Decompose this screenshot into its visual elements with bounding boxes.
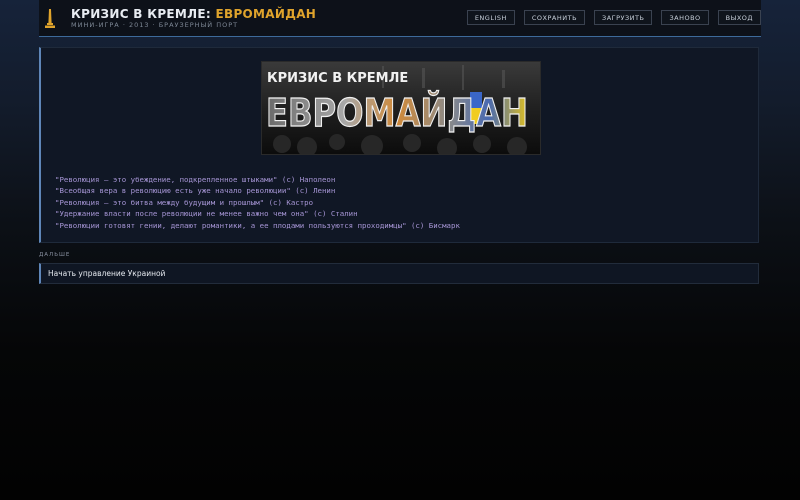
save-button[interactable]: СОХРАНИТЬ — [523, 10, 586, 25]
app-title-main: КРИЗИС В КРЕМЛЕ: — [71, 7, 216, 21]
load-button[interactable]: ЗАГРУЗИТЬ — [594, 10, 653, 25]
title-banner-image: КРИЗИС В КРЕМЛЕ ЕВРОМАЙДАН — [261, 61, 541, 155]
app-title: КРИЗИС В КРЕМЛЕ: ЕВРОМАЙДАН — [71, 7, 316, 21]
obelisk-icon — [45, 9, 55, 28]
top-nav: ENGLISH СОХРАНИТЬ ЗАГРУЗИТЬ ЗАНОВО ВЫХОД — [466, 10, 761, 25]
top-bar: КРИЗИС В КРЕМЛЕ: ЕВРОМАЙДАН МИНИ-ИГРА · … — [39, 0, 761, 37]
quote-item: "Революция — это битва между будущим и п… — [55, 197, 314, 207]
quotes-list: "Революция — это убеждение, подкрепленно… — [55, 174, 460, 231]
quote-item: "Всеобщая вера в революцию есть уже нача… — [55, 186, 336, 196]
app-subtitle: МИНИ-ИГРА · 2013 · БРАУЗЕРНЫЙ ПОРТ — [71, 21, 239, 29]
banner-art: КРИЗИС В КРЕМЛЕ ЕВРОМАЙДАН — [262, 62, 540, 154]
story-panel: КРИЗИС В КРЕМЛЕ ЕВРОМАЙДАН "Революция — … — [39, 47, 759, 243]
exit-button[interactable]: ВЫХОД — [717, 10, 761, 25]
choice-label: Начать управление Украиной — [48, 269, 166, 278]
restart-button[interactable]: ЗАНОВО — [661, 10, 709, 25]
banner-line2: ЕВРОМАЙДАН — [266, 91, 528, 135]
choice-start-ukraine[interactable]: Начать управление Украиной — [39, 263, 759, 284]
english-button[interactable]: ENGLISH — [466, 10, 515, 25]
quote-item: "Революция — это убеждение, подкрепленно… — [55, 175, 336, 184]
banner-line1: КРИЗИС В КРЕМЛЕ — [267, 71, 408, 86]
quote-item: "Удержание власти после революции не мен… — [55, 209, 358, 219]
app-title-accent: ЕВРОМАЙДАН — [215, 7, 317, 21]
next-section-label: ДАЛЬШЕ — [39, 252, 71, 258]
quote-item: "Революции готовят гении, делают романти… — [55, 220, 460, 230]
